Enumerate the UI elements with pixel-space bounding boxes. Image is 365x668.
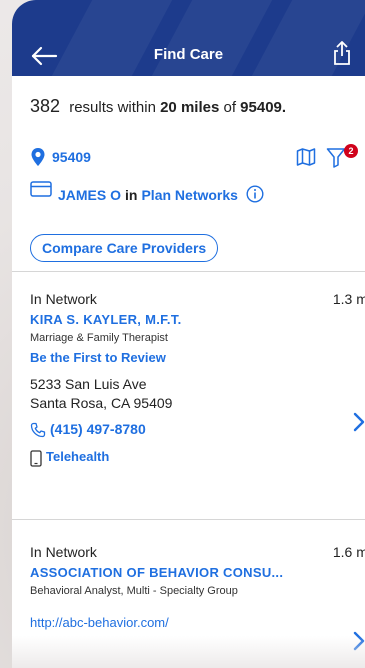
divider [12, 519, 365, 520]
id-card-icon [30, 181, 52, 197]
app-header: Find Care [12, 0, 365, 76]
member-in-label: in [125, 187, 138, 203]
provider-distance: 1.3 mi [332, 291, 365, 307]
provider-card[interactable]: In Network 1.3 mi KIRA S. KAYLER, M.F.T.… [30, 291, 365, 467]
results-summary: 382 results within 20 miles of 95409. [30, 96, 286, 117]
results-text: results within [69, 99, 156, 116]
provider-card[interactable]: In Network 1.6 mi ASSOCIATION OF BEHAVIO… [30, 544, 365, 651]
info-icon[interactable] [246, 185, 264, 203]
network-status: In Network [30, 544, 97, 560]
provider-specialty: Marriage & Family Therapist [30, 332, 168, 344]
plan-networks-link[interactable]: Plan Networks [141, 187, 237, 203]
phone-number: (415) 497-8780 [50, 421, 146, 437]
provider-specialty: Behavioral Analyst, Multi - Specialty Gr… [30, 585, 238, 597]
write-review-link[interactable]: Be the First to Review [30, 350, 365, 365]
header-decoration [51, 0, 173, 76]
results-miles: 20 miles [160, 99, 220, 116]
results-count: 382 [30, 96, 61, 116]
share-button[interactable] [332, 40, 352, 66]
header-decoration [151, 0, 273, 76]
member-name[interactable]: JAMES O [58, 187, 121, 203]
location-row: 95409 2 [30, 144, 365, 168]
filter-icon [326, 148, 346, 168]
phone-icon [30, 422, 46, 438]
member-plan-text: JAMES Oin Plan Networks [58, 182, 264, 203]
provider-name-link[interactable]: ASSOCIATION OF BEHAVIOR CONSU... [30, 565, 365, 580]
provider-phone-link[interactable]: (415) 497-8780 [30, 421, 365, 438]
provider-address: 5233 San Luis Ave Santa Rosa, CA 95409 [30, 375, 365, 413]
map-icon [296, 148, 316, 166]
results-zip: 95409. [240, 99, 287, 116]
compare-providers-button[interactable]: Compare Care Providers [30, 234, 219, 262]
screen: Find Care 382 results within 20 miles of… [0, 0, 365, 668]
network-status: In Network [30, 291, 97, 307]
filter-count-badge: 2 [344, 144, 358, 158]
divider [12, 271, 365, 272]
provider-website-link[interactable]: http://abc-behavior.com/ [30, 615, 365, 630]
address-line-1: 5233 San Luis Ave [30, 376, 147, 392]
address-line-2: Santa Rosa, CA 95409 [30, 395, 173, 411]
chevron-right-icon[interactable] [352, 411, 365, 433]
location-zip-link[interactable]: 95409 [52, 149, 91, 165]
provider-name-link[interactable]: KIRA S. KAYLER, M.F.T. [30, 312, 365, 327]
scroll-fade-overlay [12, 636, 365, 668]
app-window: Find Care 382 results within 20 miles of… [12, 0, 365, 668]
mobile-phone-icon [30, 450, 42, 467]
map-view-button[interactable] [296, 148, 316, 166]
telehealth-link[interactable]: Telehealth [30, 449, 365, 467]
share-icon [334, 41, 350, 65]
results-of: of [223, 99, 236, 116]
page-title: Find Care [153, 46, 224, 63]
location-pin-icon [31, 148, 45, 166]
provider-distance: 1.6 mi [332, 544, 365, 560]
telehealth-label: Telehealth [46, 449, 110, 464]
